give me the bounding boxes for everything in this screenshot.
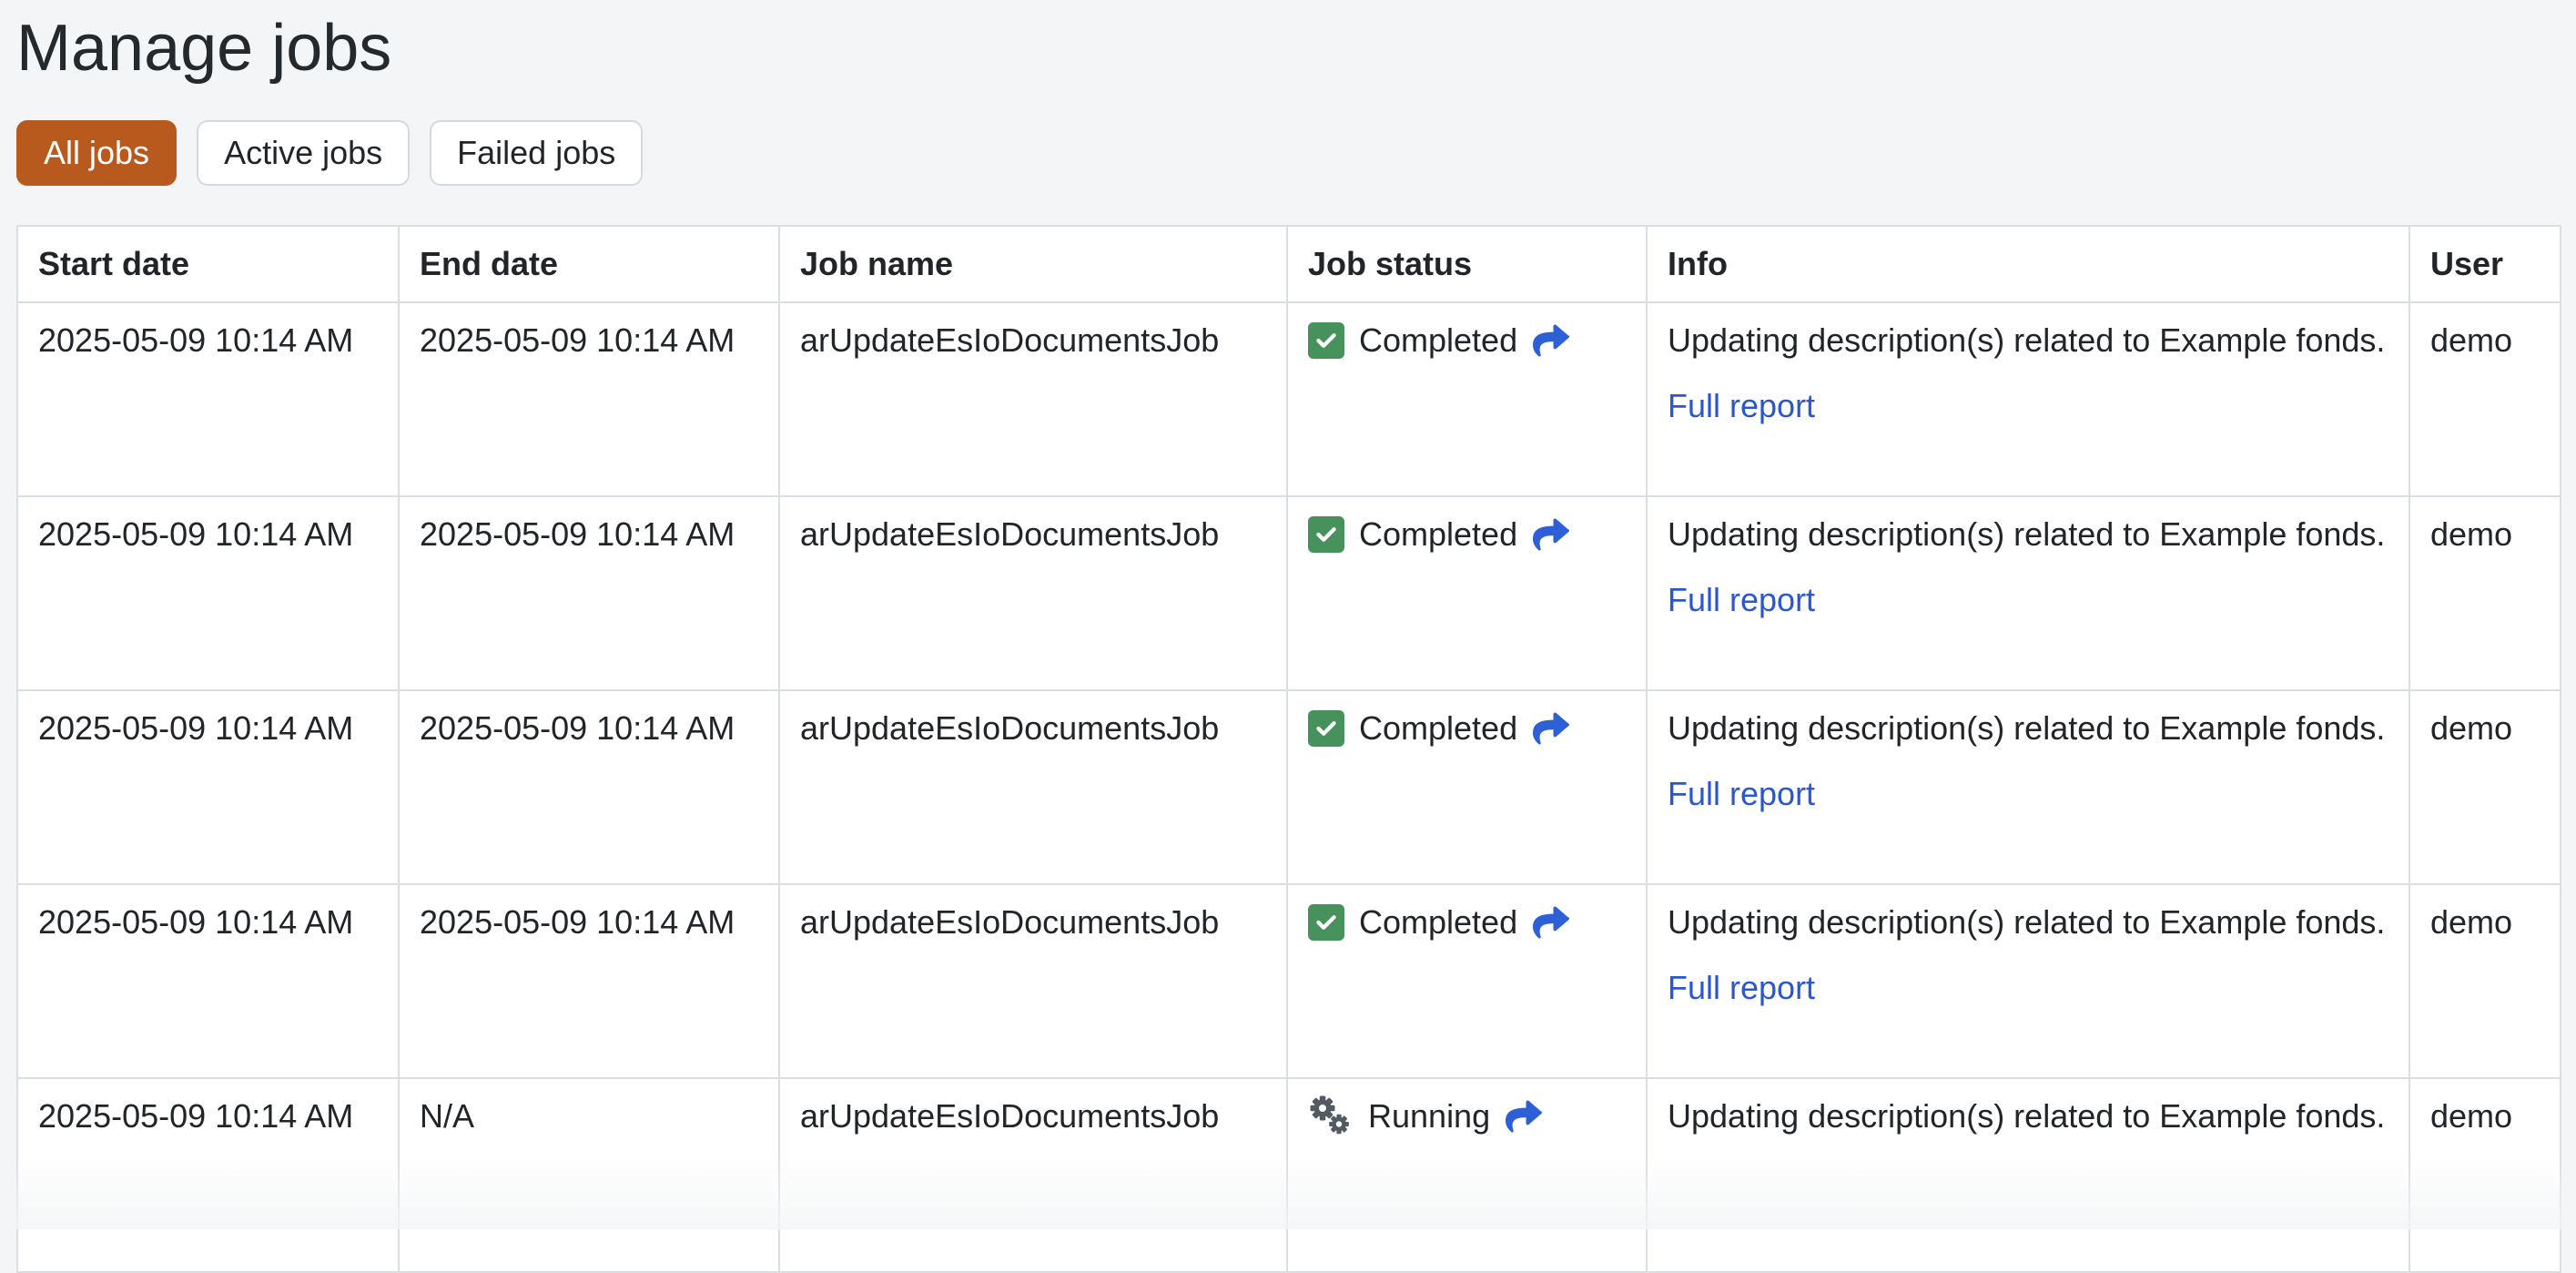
- column-header: Job status: [1286, 225, 1648, 304]
- job-name-cell: arUpdateEsIoDocumentsJob: [778, 495, 1288, 692]
- share-arrow-icon[interactable]: [1532, 904, 1570, 941]
- check-square-icon: [1308, 322, 1344, 360]
- job-status-label: Completed: [1359, 903, 1518, 942]
- info-text: Updating description(s) related to Examp…: [1668, 515, 2386, 554]
- job-status-cell: Completed: [1286, 301, 1648, 498]
- user-cell: demo: [2409, 689, 2561, 886]
- start-date-cell: 2025-05-09 10:14 AM: [16, 883, 400, 1080]
- column-header: End date: [398, 225, 780, 304]
- job-name-cell: arUpdateEsIoDocumentsJob: [778, 689, 1288, 886]
- full-report-link[interactable]: Full report: [1668, 387, 1815, 424]
- full-report-link[interactable]: Full report: [1668, 581, 1815, 618]
- check-square-icon: [1308, 710, 1344, 748]
- full-report-link[interactable]: Full report: [1668, 775, 1815, 812]
- table-row: 2025-05-09 10:14 AM 2025-05-09 10:14 AM …: [16, 301, 2561, 498]
- share-arrow-icon[interactable]: [1532, 516, 1570, 553]
- filter-button-active-jobs[interactable]: Active jobs: [197, 120, 411, 187]
- share-arrow-icon[interactable]: [1532, 710, 1570, 747]
- start-date-cell: 2025-05-09 10:14 AM: [16, 689, 400, 886]
- column-header: User: [2409, 225, 2561, 304]
- user-cell: demo: [2409, 883, 2561, 1080]
- end-date-cell: 2025-05-09 10:14 AM: [398, 883, 780, 1080]
- check-square-icon: [1308, 904, 1344, 942]
- job-status-cell: Running: [1286, 1077, 1648, 1273]
- info-cell: Updating description(s) related to Examp…: [1646, 689, 2410, 886]
- info-text: Updating description(s) related to Examp…: [1668, 1097, 2386, 1136]
- start-date-cell: 2025-05-09 10:14 AM: [16, 495, 400, 692]
- jobs-table-header: Start date End date Job name Job status Info…: [16, 225, 2561, 304]
- full-report-link[interactable]: Full report: [1668, 969, 1815, 1006]
- job-filters: All jobs Active jobs Failed jobs: [16, 120, 2576, 187]
- end-date-cell: 2025-05-09 10:14 AM: [398, 689, 780, 886]
- info-text: Updating description(s) related to Examp…: [1668, 903, 2386, 942]
- table-row: 2025-05-09 10:14 AM N/A arUpdateEsIoDocu…: [16, 1077, 2561, 1273]
- job-name-cell: arUpdateEsIoDocumentsJob: [778, 301, 1288, 498]
- jobs-table-body: 2025-05-09 10:14 AM 2025-05-09 10:14 AM …: [16, 301, 2561, 1273]
- gears-icon: [1308, 1095, 1354, 1137]
- header-row: Start date End date Job name Job status Info…: [16, 225, 2561, 304]
- info-cell: Updating description(s) related to Examp…: [1646, 883, 2410, 1080]
- column-header: Info: [1646, 225, 2410, 304]
- info-cell: Updating description(s) related to Examp…: [1646, 495, 2410, 692]
- job-name-cell: arUpdateEsIoDocumentsJob: [778, 883, 1288, 1080]
- start-date-cell: 2025-05-09 10:14 AM: [16, 301, 400, 498]
- filter-button-all-jobs[interactable]: All jobs: [16, 120, 177, 187]
- user-cell: demo: [2409, 301, 2561, 498]
- filter-button-failed-jobs[interactable]: Failed jobs: [430, 120, 644, 187]
- job-status-cell: Completed: [1286, 689, 1648, 886]
- job-status-label: Completed: [1359, 321, 1518, 360]
- info-cell: Updating description(s) related to Examp…: [1646, 301, 2410, 498]
- check-square-icon: [1308, 516, 1344, 554]
- table-row: 2025-05-09 10:14 AM 2025-05-09 10:14 AM …: [16, 883, 2561, 1080]
- end-date-cell: N/A: [398, 1077, 780, 1273]
- info-text: Updating description(s) related to Examp…: [1668, 709, 2386, 748]
- job-status-cell: Completed: [1286, 495, 1648, 692]
- info-text: Updating description(s) related to Examp…: [1668, 321, 2386, 360]
- jobs-table: Start date End date Job name Job status Info…: [16, 225, 2561, 1273]
- job-status-label: Running: [1368, 1097, 1491, 1136]
- share-arrow-icon[interactable]: [1532, 322, 1570, 359]
- user-cell: demo: [2409, 1077, 2561, 1273]
- end-date-cell: 2025-05-09 10:14 AM: [398, 301, 780, 498]
- job-status-label: Completed: [1359, 709, 1518, 748]
- share-arrow-icon[interactable]: [1505, 1098, 1543, 1135]
- job-status-label: Completed: [1359, 515, 1518, 554]
- page-title: Manage jobs: [16, 12, 392, 85]
- table-row: 2025-05-09 10:14 AM 2025-05-09 10:14 AM …: [16, 495, 2561, 692]
- column-header: Start date: [16, 225, 400, 304]
- job-status-cell: Completed: [1286, 883, 1648, 1080]
- start-date-cell: 2025-05-09 10:14 AM: [16, 1077, 400, 1273]
- column-header: Job name: [778, 225, 1288, 304]
- end-date-cell: 2025-05-09 10:14 AM: [398, 495, 780, 692]
- job-name-cell: arUpdateEsIoDocumentsJob: [778, 1077, 1288, 1273]
- info-cell: Updating description(s) related to Examp…: [1646, 1077, 2410, 1273]
- table-row: 2025-05-09 10:14 AM 2025-05-09 10:14 AM …: [16, 689, 2561, 886]
- user-cell: demo: [2409, 495, 2561, 692]
